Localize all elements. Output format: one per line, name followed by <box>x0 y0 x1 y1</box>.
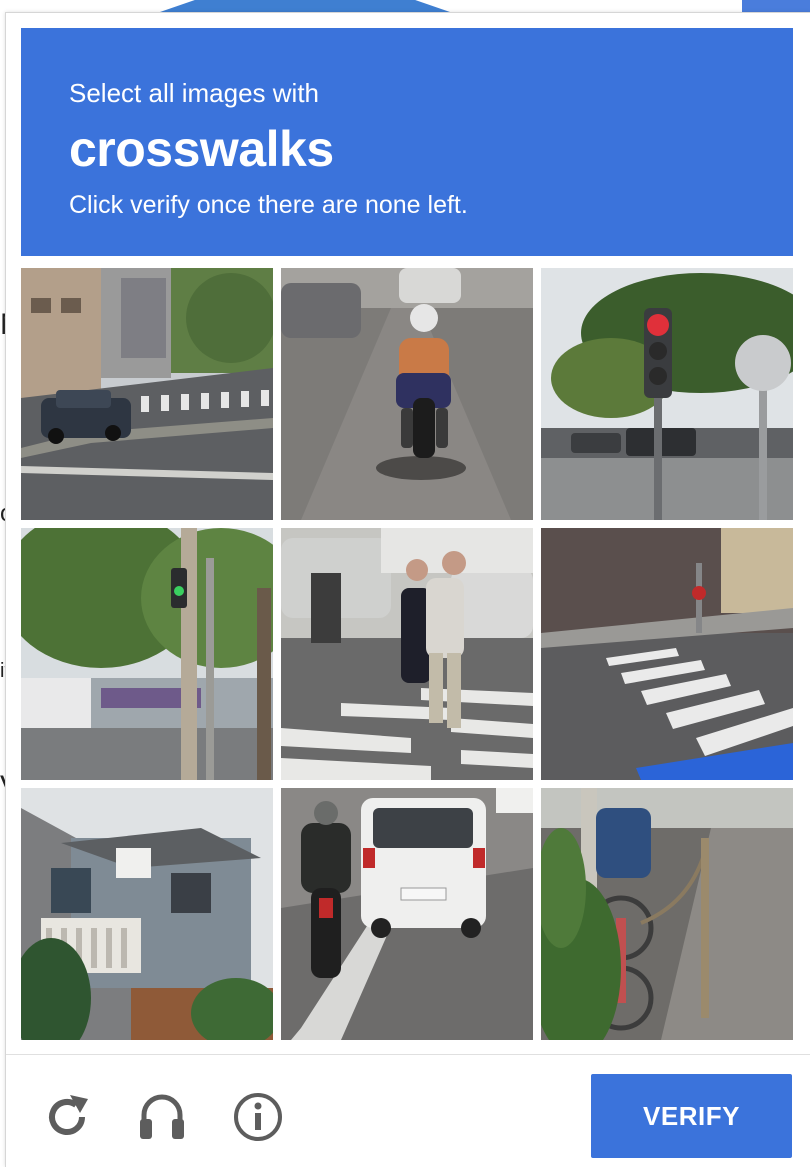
image-tile-9[interactable] <box>541 788 793 1040</box>
image-grid <box>21 268 793 1040</box>
tile-image <box>541 528 793 780</box>
image-tile-8[interactable] <box>281 788 533 1040</box>
footer-divider <box>6 1054 810 1055</box>
image-tile-5[interactable] <box>281 528 533 780</box>
tile-image <box>281 528 533 780</box>
tile-image <box>281 268 533 520</box>
reload-icon[interactable] <box>42 1091 94 1143</box>
headphones-icon[interactable] <box>136 1091 188 1143</box>
image-tile-7[interactable] <box>21 788 273 1040</box>
image-tile-1[interactable] <box>21 268 273 520</box>
background-edge <box>742 0 810 12</box>
image-tile-2[interactable] <box>281 268 533 520</box>
tile-image <box>541 268 793 520</box>
background-logo-shape <box>160 0 450 12</box>
instruction-prefix: Select all images with <box>69 78 319 108</box>
challenge-header: Select all images with crosswalks Click … <box>21 28 793 256</box>
instruction-suffix: Click verify once there are none left. <box>69 191 468 219</box>
tile-image <box>21 268 273 520</box>
image-tile-4[interactable] <box>21 528 273 780</box>
image-tile-3[interactable] <box>541 268 793 520</box>
info-icon[interactable] <box>232 1091 284 1143</box>
challenge-target: crosswalks <box>69 121 334 177</box>
verify-button[interactable]: VERIFY <box>591 1074 792 1158</box>
captcha-widget: Select all images with crosswalks Click … <box>5 12 810 1167</box>
tile-image <box>21 788 273 1040</box>
tile-image <box>21 528 273 780</box>
image-tile-6[interactable] <box>541 528 793 780</box>
tile-image <box>541 788 793 1040</box>
tile-image <box>281 788 533 1040</box>
